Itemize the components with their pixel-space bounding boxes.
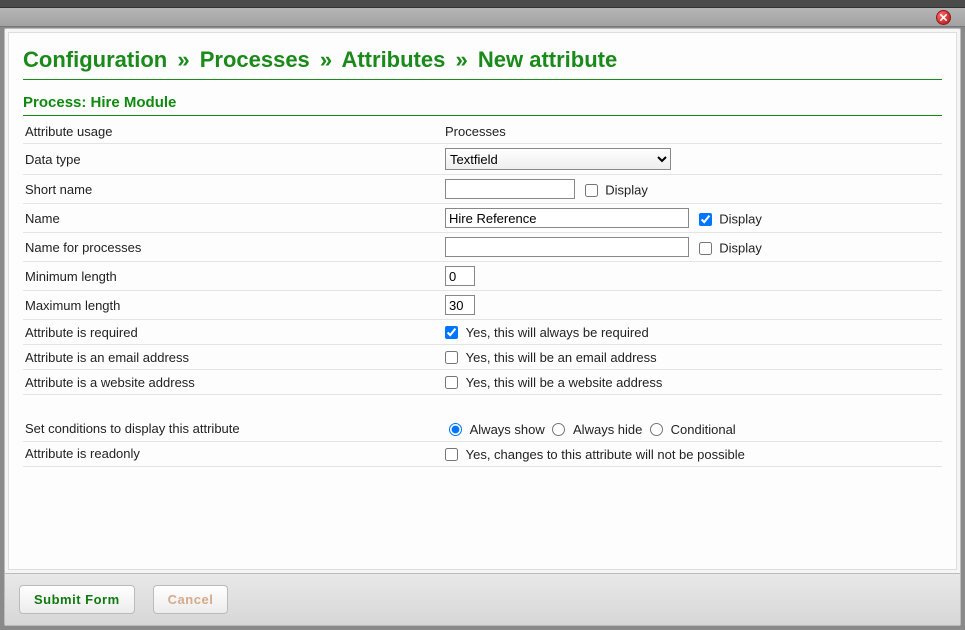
process-subheading: Process: Hire Module xyxy=(23,94,942,116)
name-input[interactable] xyxy=(445,208,689,228)
close-icon[interactable] xyxy=(936,10,951,25)
window-top-strip xyxy=(0,0,965,8)
window-toolbar xyxy=(0,8,965,27)
label-name: Name xyxy=(23,204,443,233)
label-is-email: Attribute is an email address xyxy=(23,345,443,370)
cond-always-hide-radio[interactable] xyxy=(552,423,565,436)
label-name-for-processes: Name for processes xyxy=(23,233,443,262)
breadcrumb-item[interactable]: Attributes xyxy=(341,47,445,72)
chevron-right-icon: » xyxy=(173,47,193,72)
label-min-length: Minimum length xyxy=(23,262,443,291)
name-display-checkbox[interactable] xyxy=(699,213,712,226)
label-data-type: Data type xyxy=(23,144,443,175)
name-for-processes-display-label: Display xyxy=(719,241,762,256)
min-length-input[interactable] xyxy=(445,266,475,286)
cond-always-show-label: Always show xyxy=(470,422,545,437)
form-scroll-area[interactable]: Configuration » Processes » Attributes »… xyxy=(8,32,957,570)
required-checkbox[interactable] xyxy=(445,326,458,339)
data-type-select[interactable]: Textfield xyxy=(445,148,671,170)
readonly-checkbox-label: Yes, changes to this attribute will not … xyxy=(466,447,745,462)
chevron-right-icon: » xyxy=(316,47,336,72)
modal-panel: Configuration » Processes » Attributes »… xyxy=(4,28,961,626)
cond-always-show-radio[interactable] xyxy=(449,423,462,436)
breadcrumb-item[interactable]: Processes xyxy=(200,47,310,72)
chevron-right-icon: » xyxy=(451,47,471,72)
name-for-processes-display-checkbox[interactable] xyxy=(699,242,712,255)
cancel-button[interactable]: Cancel xyxy=(153,585,229,614)
breadcrumb: Configuration » Processes » Attributes »… xyxy=(23,47,942,80)
label-required: Attribute is required xyxy=(23,320,443,345)
label-max-length: Maximum length xyxy=(23,291,443,320)
short-name-display-checkbox[interactable] xyxy=(585,184,598,197)
cond-conditional-label: Conditional xyxy=(671,422,736,437)
name-for-processes-input[interactable] xyxy=(445,237,689,257)
short-name-input[interactable] xyxy=(445,179,575,199)
breadcrumb-item: New attribute xyxy=(478,47,617,72)
breadcrumb-item[interactable]: Configuration xyxy=(23,47,167,72)
label-is-website: Attribute is a website address xyxy=(23,370,443,395)
submit-button[interactable]: Submit Form xyxy=(19,585,135,614)
is-email-checkbox-label: Yes, this will be an email address xyxy=(466,350,657,365)
label-readonly: Attribute is readonly xyxy=(23,441,443,466)
is-email-checkbox[interactable] xyxy=(445,351,458,364)
short-name-display-label: Display xyxy=(605,183,648,198)
value-attribute-usage: Processes xyxy=(443,120,942,144)
label-conditions: Set conditions to display this attribute xyxy=(23,417,443,442)
label-attribute-usage: Attribute usage xyxy=(23,120,443,144)
label-short-name: Short name xyxy=(23,175,443,204)
max-length-input[interactable] xyxy=(445,295,475,315)
is-website-checkbox[interactable] xyxy=(445,376,458,389)
is-website-checkbox-label: Yes, this will be a website address xyxy=(466,375,663,390)
name-display-label: Display xyxy=(719,212,762,227)
cond-conditional-radio[interactable] xyxy=(650,423,663,436)
readonly-checkbox[interactable] xyxy=(445,448,458,461)
attribute-form: Attribute usage Processes Data type Text… xyxy=(23,120,942,467)
cond-always-hide-label: Always hide xyxy=(573,422,642,437)
dialog-footer: Submit Form Cancel xyxy=(5,573,960,625)
required-checkbox-label: Yes, this will always be required xyxy=(466,325,649,340)
